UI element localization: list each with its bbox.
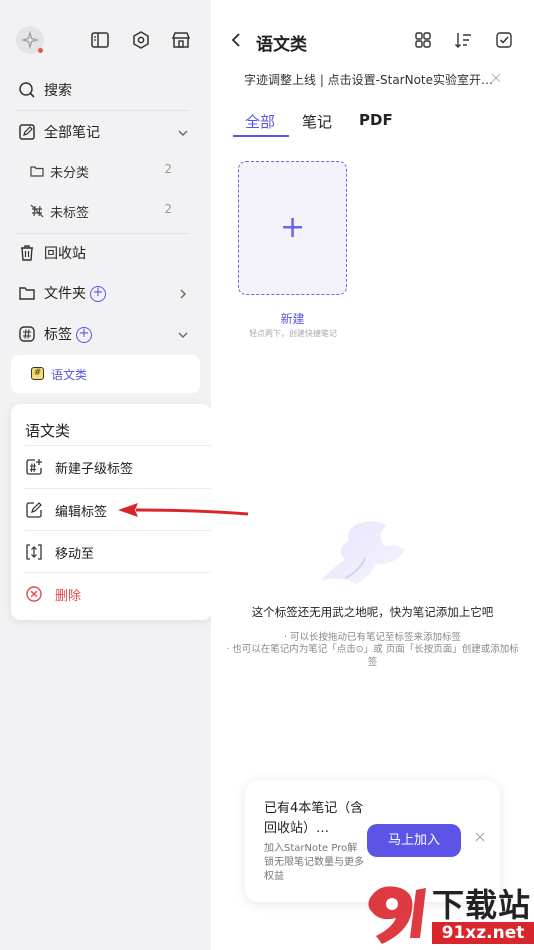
chevron-right-icon[interactable] [176,287,190,301]
empty-state-tip-1: · 可以长按拖动已有笔记至标签来添加标签 [283,632,462,643]
folder-icon [30,164,44,178]
select-icon[interactable] [495,31,513,49]
all-notes-label: 全部笔记 [44,125,100,141]
trash-label: 回收站 [44,246,86,262]
empty-state-tip-2: · 也可以在笔记内为笔记「点击⊙」或 页面「长按页面」创建或添加标 签 [211,643,534,669]
page-title: 语文类 [256,35,307,55]
tag-item-chinese[interactable]: # 语文类 [11,355,200,393]
tag-icon [18,325,36,343]
tag-item-label: 语文类 [51,368,88,382]
add-tag-icon[interactable]: + [76,327,92,343]
sidebar-item-folders[interactable]: 文件夹 + [16,275,196,311]
new-note-label: 新建 [280,312,305,326]
new-subtag-label: 新建子级标签 [55,462,134,477]
folders-label: 文件夹 [44,286,86,302]
subtag-add-icon [25,458,43,476]
close-promo-icon[interactable] [475,832,485,842]
delete-icon [25,585,43,603]
search-icon [18,81,36,99]
promo-title: 已有4本笔记（含回收站）… [264,801,364,836]
sort-icon[interactable] [454,31,472,49]
chevron-down-icon[interactable] [176,126,190,140]
delete-label: 删除 [55,589,82,604]
divider [16,233,190,234]
sidebar-item-untagged[interactable]: 未标签 2 [28,196,178,226]
uncategorized-count: 2 [164,162,172,176]
untagged-icon [30,204,44,218]
active-tab-indicator [233,135,289,137]
new-note-card[interactable]: + [238,161,347,295]
edit-icon [25,501,43,519]
move-icon [25,543,43,561]
tags-label-wrap: 标签 + [44,324,92,344]
add-folder-icon[interactable]: + [90,286,106,302]
new-subtag-menu-item[interactable]: 新建子级标签 [25,446,211,488]
untagged-count: 2 [164,202,172,216]
close-notice-icon[interactable] [491,73,501,83]
annotation-arrow [118,503,249,517]
grid-view-icon[interactable] [414,31,432,49]
empty-state-tip-2-line-1: · 也可以在笔记内为笔记「点击⊙」或 页面「长按页面」创建或添加标 [226,644,519,655]
folder-icon [18,284,36,302]
settings-icon[interactable] [131,30,151,50]
chevron-down-icon[interactable] [176,328,190,342]
promo-description: 加入StarNote Pro解锁无限笔记数量与更多权益 [264,843,364,882]
search-item[interactable]: 搜索 [16,72,196,108]
edit-tag-label: 编辑标签 [55,505,108,520]
folders-label-wrap: 文件夹 + [44,283,106,303]
notes-icon [18,123,36,141]
store-icon[interactable] [171,30,191,50]
tab-pdf[interactable]: PDF [359,111,393,129]
tab-all[interactable]: 全部 [245,111,275,132]
notification-dot [38,48,43,53]
sidebar-top-icons [14,26,204,56]
sidebar-item-tags[interactable]: 标签 + [16,316,196,352]
context-menu-title: 语文类 [25,422,71,440]
uncategorized-label: 未分类 [50,166,90,181]
notice-banner[interactable]: 字迹调整上线 | 点击设置-StarNote实验室开… [244,71,493,88]
sidebar-item-all-notes[interactable]: 全部笔记 [16,114,196,150]
join-pro-button[interactable]: 马上加入 [367,824,461,857]
main-panel: 语文类 字迹调整上线 | 点击设置-StarNote实验室开… 全部 笔记 PD… [211,0,534,950]
tab-notes[interactable]: 笔记 [302,111,332,132]
move-to-label: 移动至 [55,547,95,562]
empty-state-illustration [315,520,411,588]
trash-icon [18,244,36,262]
empty-state-title: 这个标签还无用武之地呢，快为笔记添加上它吧 [251,605,494,619]
site-watermark: 下载站 91xz.net [360,878,534,950]
plus-icon: + [280,210,306,245]
search-label: 搜索 [44,83,72,99]
watermark-url: 91xz.net [432,922,534,944]
empty-state-tip-2-line-2: 签 [367,657,378,668]
tag-hash-icon: # [31,367,44,380]
untagged-label: 未标签 [50,206,90,221]
back-icon[interactable] [229,32,245,48]
move-to-menu-item[interactable]: 移动至 [25,531,211,573]
sidebar-item-trash[interactable]: 回收站 [16,235,196,271]
sidebar-item-uncategorized[interactable]: 未分类 2 [28,156,178,186]
tags-label: 标签 [44,327,72,343]
delete-menu-item[interactable]: 删除 [25,573,211,615]
divider [16,110,190,111]
new-note-hint: 轻点两下，创建快捷笔记 [249,329,337,338]
sidebar-toggle-icon[interactable] [90,30,110,50]
watermark-text: 下载站 [432,886,532,924]
